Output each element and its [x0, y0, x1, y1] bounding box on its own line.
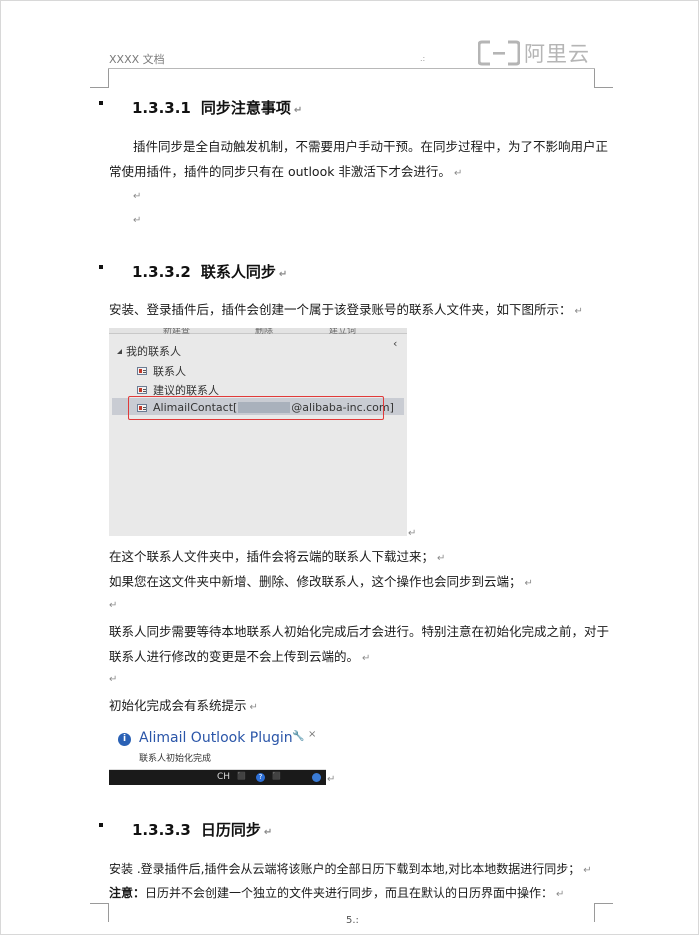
tray-icon: ⬛ [272, 772, 281, 780]
paragraph-mark: ↵ [263, 827, 273, 838]
contact-card-icon [137, 386, 147, 394]
paragraph-text: 联系人进行修改的变更是不会上传到云端的。 [109, 649, 360, 664]
paragraph-text: 联系人同步需要等待本地联系人初始化完成后才会进行。特别注意在初始化完成之前，对于 [109, 624, 610, 639]
paragraph-mark: ↵ [362, 653, 371, 664]
document-page: XXXX 文档 .: 阿里云 1.3.3.1 同步注意事项 ↵ 插件同步是全自动触发… [0, 0, 699, 935]
tree-item-label: 联系人 [153, 365, 186, 378]
paragraph: 联系人同步需要等待本地联系人初始化完成后才会进行。特别注意在初始化完成之前，对于 [109, 619, 609, 644]
paragraph-mark: ↵ [327, 774, 336, 785]
header-mark: .: [420, 54, 426, 63]
paragraph-text: 在这个联系人文件夹中，插件会将云端的联系人下载过来； [109, 549, 435, 564]
paragraph-mark: ↵ [133, 191, 142, 202]
close-icon: × [308, 729, 317, 740]
tray-language-icon: CH [217, 772, 231, 782]
tray-icon: ⬛ [237, 772, 246, 780]
ribbon-strip: 新建查 删除 建立词 [109, 328, 407, 336]
tree-node-label: 我的联系人 [126, 345, 181, 358]
paragraph: 在这个联系人文件夹中，插件会将云端的联系人下载过来； ↵ [109, 544, 445, 571]
heading-bullet [99, 823, 103, 827]
paragraph-text: 常使用插件，插件的同步只有在 outlook 非激活下才会进行。 [109, 164, 451, 179]
paragraph: 安装、登录插件后，插件会创建一个属于该登录账号的联系人文件夹，如下图所示： ↵ [109, 297, 583, 324]
notification-screenshot: i Alimail Outlook Plugin 联系人初始化完成 🔧 × CH… [109, 723, 326, 785]
paragraph-text: 插件同步是全自动触发机制，不需要用户手动干预。在同步过程中，为了不影响用户正 [133, 139, 609, 154]
heading-bullet [99, 101, 103, 105]
paragraph: 插件同步是全自动触发机制，不需要用户手动干预。在同步过程中，为了不影响用户正 [133, 134, 608, 159]
highlight-box [128, 396, 384, 420]
paragraph: 安装 .登录插件后,插件会从云端将该账户的全部日历下载到本地,对比本地数据进行同… [109, 857, 592, 883]
paragraph: 注意：日历并不会创建一个独立的文件夹进行同步，而且在默认的日历界面中操作： ↵ [109, 881, 564, 907]
tree-item-contacts: 联系人 [137, 363, 186, 379]
paragraph-text: 日历并不会创建一个独立的文件夹进行同步，而且在默认的日历界面中操作： [145, 886, 554, 900]
expanded-triangle-icon [117, 348, 122, 354]
ribbon-tab: 新建查 [163, 328, 191, 336]
note-label: 注意： [109, 886, 146, 900]
crop-mark-bottom-right [594, 903, 613, 922]
heading-bullet [99, 265, 103, 269]
crop-mark-top-right [594, 69, 613, 88]
paragraph-mark: ↵ [437, 553, 446, 564]
paragraph-mark: ↵ [524, 578, 533, 589]
crop-mark-bottom-left [90, 903, 109, 922]
section-heading: 1.3.3.3 日历同步 ↵ [132, 819, 272, 840]
paragraph-text: 初始化完成会有系统提示 [109, 698, 247, 713]
aliyun-logo-icon [478, 40, 520, 66]
ribbon-tab: 建立词 [329, 328, 357, 336]
paragraph-mark: ↵ [133, 215, 142, 226]
paragraph-mark: ↵ [278, 269, 288, 280]
section-heading: 1.3.3.1 同步注意事项 ↵ [132, 97, 302, 118]
paragraph-mark: ↵ [574, 306, 583, 317]
paragraph-mark: ↵ [453, 168, 463, 179]
paragraph-text: 安装 .登录插件后,插件会从云端将该账户的全部日历下载到本地,对比本地数据进行同… [109, 862, 581, 876]
contacts-folder-screenshot: 新建查 删除 建立词 ‹ 我的联系人 联系人 建议的联系人 AlimailCon… [109, 328, 407, 536]
paragraph-mark: ↵ [408, 528, 417, 539]
section-number: 1.3.3.1 [132, 99, 191, 117]
paragraph-mark: ↵ [293, 105, 303, 116]
notification-title: Alimail Outlook Plugin [139, 730, 293, 746]
paragraph: 如果您在这文件夹中新增、删除、修改联系人，这个操作也会同步到云端； ↵ [109, 569, 533, 596]
section-title: 同步注意事项 [200, 99, 291, 117]
info-icon: i [118, 733, 131, 746]
my-contacts-node: 我的联系人 [117, 343, 181, 359]
paragraph-text: 如果您在这文件夹中新增、删除、修改联系人，这个操作也会同步到云端； [109, 574, 522, 589]
paragraph-mark: ↵ [556, 889, 565, 900]
contact-card-icon [137, 367, 147, 375]
section-title: 联系人同步 [200, 263, 276, 281]
tray-help-icon: ? [256, 773, 265, 782]
ribbon-tab: 删除 [255, 328, 274, 336]
paragraph: 初始化完成会有系统提示 ↵ [109, 693, 258, 720]
paragraph: 常使用插件，插件的同步只有在 outlook 非激活下才会进行。 ↵ [109, 159, 462, 186]
notification-message: 联系人初始化完成 [139, 754, 212, 764]
header-doc-label: XXXX 文档 [109, 53, 165, 66]
section-title: 日历同步 [200, 821, 261, 839]
paragraph-mark: ↵ [583, 865, 592, 876]
collapse-pane-icon: ‹ [393, 337, 398, 350]
page-number: 5.: [346, 915, 359, 926]
section-heading: 1.3.3.2 联系人同步 ↵ [132, 261, 287, 282]
paragraph-text: 安装、登录插件后，插件会创建一个属于该登录账号的联系人文件夹，如下图所示： [109, 302, 572, 317]
header-rule [108, 68, 595, 69]
tray-app-icon [312, 773, 321, 782]
aliyun-logo: 阿里云 [478, 38, 590, 68]
settings-wrench-icon: 🔧 [292, 731, 305, 742]
notification-toast: i Alimail Outlook Plugin 联系人初始化完成 🔧 × [109, 723, 326, 770]
logo-text: 阿里云 [524, 42, 590, 66]
paragraph: 联系人进行修改的变更是不会上传到云端的。 ↵ [109, 644, 370, 671]
paragraph-mark: ↵ [249, 702, 258, 713]
paragraph-mark: ↵ [109, 674, 118, 685]
section-number: 1.3.3.2 [132, 263, 191, 281]
section-number: 1.3.3.3 [132, 821, 191, 839]
paragraph-mark: ↵ [109, 600, 118, 611]
crop-mark-top-left [90, 69, 109, 88]
